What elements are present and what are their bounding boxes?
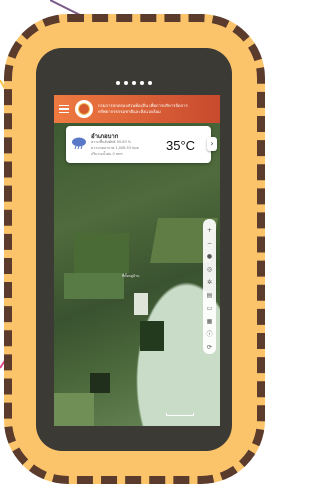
locate-icon[interactable]: ● [206,253,213,260]
layers-icon[interactable]: ▤ [206,292,213,299]
cloud-rain-icon [72,137,86,150]
weather-temperature: 35°C [166,138,196,153]
weather-rain: ปริมาณน้ำฝน 0 mm [91,152,123,156]
map-field [134,293,148,315]
target-icon[interactable]: ◎ [206,266,213,273]
map-field [140,321,164,351]
map-scale-bar [166,413,194,416]
weather-card[interactable]: อำเภอบาก ความชื้นสัมพัทธ์ 50.63 % ความกด… [66,126,217,163]
map-toolbar: + − ● ◎ ✲ ▤ ▭ ▦ ⓘ ⟳ [203,219,216,354]
app-title: กรมการปกครองส่วนท้องถิ่น เพื่อการบริหารจ… [98,103,188,114]
reset-icon[interactable]: ⟳ [206,344,213,351]
map-field [54,393,94,426]
map-field [90,373,110,393]
agency-logo [75,100,93,118]
menu-icon[interactable] [59,103,69,116]
next-arrow-icon[interactable]: › [207,137,217,151]
print-icon[interactable]: ▭ [206,305,213,312]
map-field [64,273,124,299]
zoom-in-icon[interactable]: + [206,227,213,234]
app-screen: กรมการปกครองส่วนท้องถิ่น เพื่อการบริหารจ… [54,95,220,426]
phone-frame: กรมการปกครองส่วนท้องถิ่น เพื่อการบริหารจ… [36,48,232,451]
zoom-out-icon[interactable]: − [206,240,213,247]
info-icon[interactable]: ⓘ [206,331,213,338]
phone-speaker [36,70,232,89]
map-place-label: ที่ตั้งหมู่บ้าน [122,274,140,278]
ruler-icon[interactable]: ▦ [206,318,213,325]
gear-icon[interactable]: ✲ [206,279,213,286]
map-field [74,233,129,273]
app-header: กรมการปกครองส่วนท้องถิ่น เพื่อการบริหารจ… [54,95,220,123]
